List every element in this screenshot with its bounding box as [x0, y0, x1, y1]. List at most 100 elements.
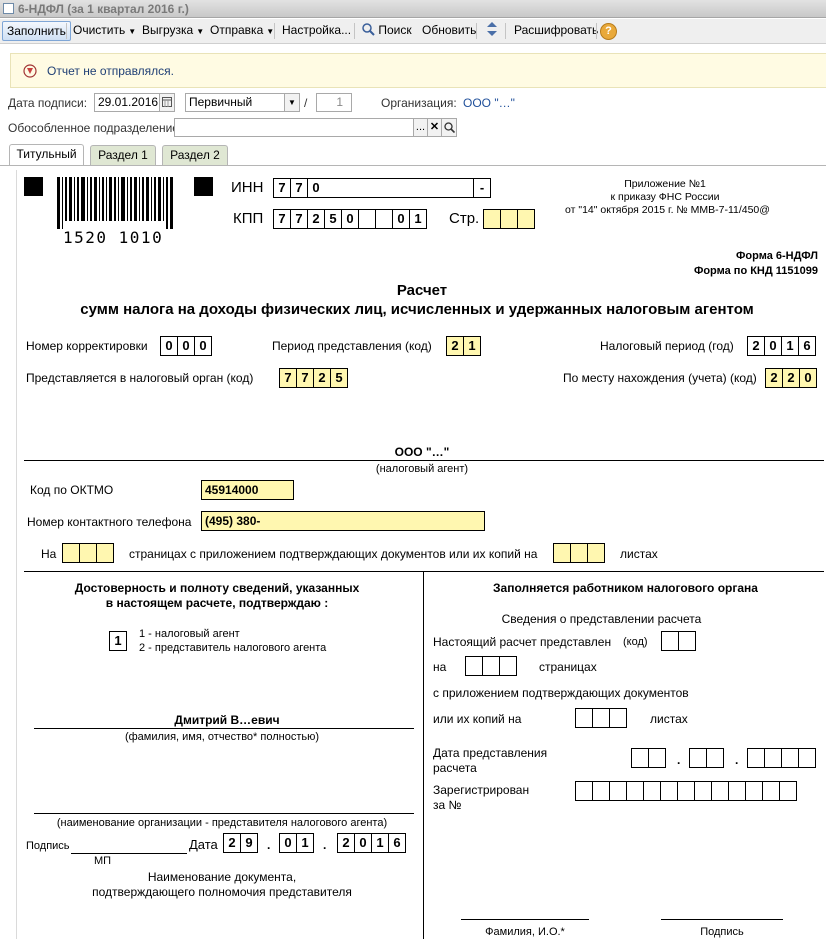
export-menu-button[interactable]: Выгрузка ▼ [138, 21, 208, 41]
chevron-down-icon: ▼ [288, 98, 296, 107]
sheets-digit [570, 543, 588, 563]
with-docs-label: с приложением подтверждающих документов [433, 686, 689, 700]
reg-digit [643, 781, 661, 801]
phone-label: Номер контактного телефона [27, 515, 192, 529]
signer-option-1: 1 - налоговый агент [139, 628, 240, 640]
reg-digit [592, 781, 610, 801]
page-digit [500, 209, 518, 229]
reg-digit [711, 781, 729, 801]
tab-section-2[interactable]: Раздел 2 [162, 145, 228, 165]
reg-digit [575, 781, 593, 801]
tab-section-1[interactable]: Раздел 1 [90, 145, 156, 165]
registered-label-2: за № [433, 798, 462, 812]
decode-button[interactable]: Расшифровать [510, 21, 602, 41]
inn-digits-hidden [324, 178, 474, 198]
page-label: Стр. [449, 210, 480, 227]
location-digit: 2 [782, 368, 800, 388]
fio-caption: Фамилия, И.О.* [485, 926, 565, 938]
or-copies-label: или их копий на [433, 712, 522, 726]
window-titlebar: 6-НДФЛ (за 1 квартал 2016 г.) [0, 0, 826, 18]
send-label: Отправка [210, 23, 264, 37]
phone-field[interactable]: (495) 380- [201, 511, 485, 531]
doc-name-label-2: подтверждающего полномочия представителя [92, 885, 352, 899]
fill-button[interactable]: Заполнить [2, 21, 71, 41]
date-dot: . [323, 838, 327, 852]
tax-period-digit: 0 [764, 336, 782, 356]
authority-digit: 5 [330, 368, 348, 388]
move-button[interactable] [481, 21, 503, 41]
date-digit: 1 [296, 833, 314, 853]
date-digit [798, 748, 816, 768]
form-knd: Форма по КНД 1151099 [693, 265, 818, 277]
location-label: По месту нахождения (учета) (код) [563, 371, 757, 385]
corner-marker [24, 177, 43, 196]
pages-digit [62, 543, 80, 563]
agent-underline [24, 460, 824, 461]
report-kind-dropdown[interactable]: ▼ [284, 93, 300, 112]
up-down-arrows-icon [487, 22, 497, 36]
division-input[interactable] [174, 118, 414, 137]
refresh-button[interactable]: Обновить [418, 21, 480, 41]
signer-underline [34, 728, 414, 729]
tab-divider [0, 165, 826, 166]
division-select-button[interactable]: ... [413, 118, 428, 137]
inn-digit: 7 [290, 178, 308, 198]
document-icon [3, 3, 14, 14]
period-cells: 2 1 [446, 336, 481, 356]
signer-code-cell: 1 [109, 631, 127, 651]
authority-digit: 2 [313, 368, 331, 388]
page-cells [483, 209, 535, 229]
export-label: Выгрузка [142, 23, 194, 37]
appendix-line: от "14" октября 2015 г. № ММВ-7-11/450@ [565, 204, 770, 216]
pages-digit [465, 656, 483, 676]
help-button[interactable]: ? [600, 21, 617, 41]
reg-digit [762, 781, 780, 801]
sheets-count-cells [553, 543, 605, 563]
tax-form-page: 1520 1010 ИНН 7 7 0 - КПП 7 7 2 5 0 0 1 … [16, 170, 826, 939]
chevron-down-icon: ▼ [266, 27, 275, 36]
date-digit: 1 [371, 833, 389, 853]
appendix-note: Приложение №1 к приказу ФНС России от "1… [565, 178, 770, 217]
organization-label: Организация: [381, 96, 457, 110]
authority-digit: 7 [296, 368, 314, 388]
division-clear-button[interactable]: ✕ [427, 118, 442, 137]
reg-digit [626, 781, 644, 801]
signature-line [661, 919, 783, 920]
correction-number-input[interactable]: 1 [316, 93, 352, 112]
sign-date-input[interactable]: 29.01.2016 [94, 93, 160, 112]
form-subtitle: сумм налога на доходы физических лиц, ис… [80, 301, 754, 318]
oktmo-field[interactable]: 45914000 [201, 480, 294, 500]
organization-link[interactable]: ООО "…" [463, 96, 515, 110]
inspector-subheading: Сведения о представлении расчета [501, 612, 702, 626]
tab-title-page[interactable]: Титульный [9, 144, 84, 166]
kpp-cells: 7 7 2 5 0 0 1 [273, 209, 427, 229]
search-button[interactable]: Поиск [358, 21, 416, 41]
date-dot: . [735, 753, 739, 767]
sign-date-month: 0 1 [279, 833, 314, 853]
correction-digit: 0 [194, 336, 212, 356]
page-digit [483, 209, 501, 229]
settings-button[interactable]: Настройка... [278, 21, 355, 41]
division-search-button[interactable] [441, 118, 457, 137]
kpp-digit: 7 [290, 209, 308, 229]
inspector-pages-cells [465, 656, 517, 676]
inspector-sheets-cells [575, 708, 627, 728]
inn-cells: 7 7 0 - [273, 178, 491, 198]
location-digit: 2 [765, 368, 783, 388]
pages-digit [482, 656, 500, 676]
clear-menu-button[interactable]: Очистить ▼ [69, 21, 140, 41]
registered-label: Зарегистрирован [433, 783, 530, 797]
date-digit [706, 748, 724, 768]
pages-count-cells [62, 543, 114, 563]
signature-label: Подпись [26, 840, 70, 852]
kpp-digit [375, 209, 393, 229]
report-kind-select[interactable]: Первичный [185, 93, 285, 112]
date-dot: . [677, 753, 681, 767]
calendar-button[interactable] [159, 93, 175, 112]
pages-mid-label: страницах с приложением подтверждающих д… [129, 547, 538, 561]
sign-date-day: 2 9 [223, 833, 258, 853]
send-menu-button[interactable]: Отправка ▼ [206, 21, 278, 41]
kpp-digit: 7 [273, 209, 291, 229]
confirm-heading-2: в настоящем расчете, подтверждаю : [105, 596, 329, 610]
date-digit: 0 [354, 833, 372, 853]
